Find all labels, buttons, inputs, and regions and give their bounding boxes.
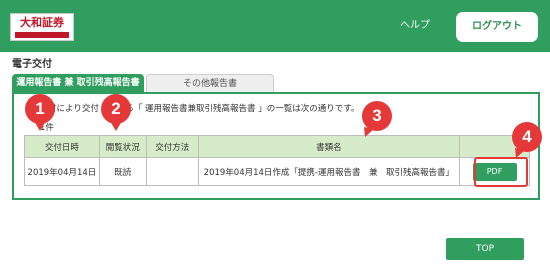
header-status: 閲覧状況 [98,135,147,158]
help-link[interactable]: ヘルプ [400,19,430,33]
cell-document-name: 2019年04月14日作成「提携-運用報告書 兼 取引残高報告書」 [197,157,461,186]
pdf-highlight-box [474,157,528,187]
logo-subtext-bar [15,32,69,38]
logout-button[interactable]: ログアウト [456,12,538,42]
header-date: 交付日時 [24,135,100,158]
intro-text-part2: いる「 運用報告書兼取引残高報告書 」の一覧は次の通りです。 [116,104,360,114]
header-method: 交付方法 [145,135,199,158]
top-button[interactable]: TOP [446,238,524,260]
cell-method [145,157,199,186]
table-row: 2019年04月14日 既読 2019年04月14日作成「提携-運用報告書 兼 … [24,157,530,186]
tab-annual-report[interactable]: 運用報告書 兼 取引残高報告書 [12,74,144,92]
callout-4-marker: 4 [512,122,542,152]
callout-1-marker: 1 [25,94,55,124]
cell-date: 2019年04月14日 [24,157,100,186]
table-header-row: 交付日時 閲覧状況 交付方法 書類名 [24,135,530,158]
tab-other-reports[interactable]: その他報告書 [146,74,274,92]
header-document-name: 書類名 [197,135,461,158]
cell-status: 既読 [98,157,147,186]
intro-text-part1: 付により交付 [48,104,99,114]
callout-2-marker: 2 [101,94,131,124]
logo-text: 大和証券 [20,16,64,29]
intro-text: 付により交付 いる「 運用報告書兼取引残高報告書 」の一覧は次の通りです。 [48,103,359,115]
daiwa-logo[interactable]: 大和証券 [10,13,74,41]
callout-3-marker: 3 [362,101,392,131]
header: 大和証券 ヘルプ ログアウト [0,0,550,52]
page-title: 電子交付 [12,59,52,70]
report-table: 交付日時 閲覧状況 交付方法 書類名 2019年04月14日 既読 2019年0… [24,135,530,186]
